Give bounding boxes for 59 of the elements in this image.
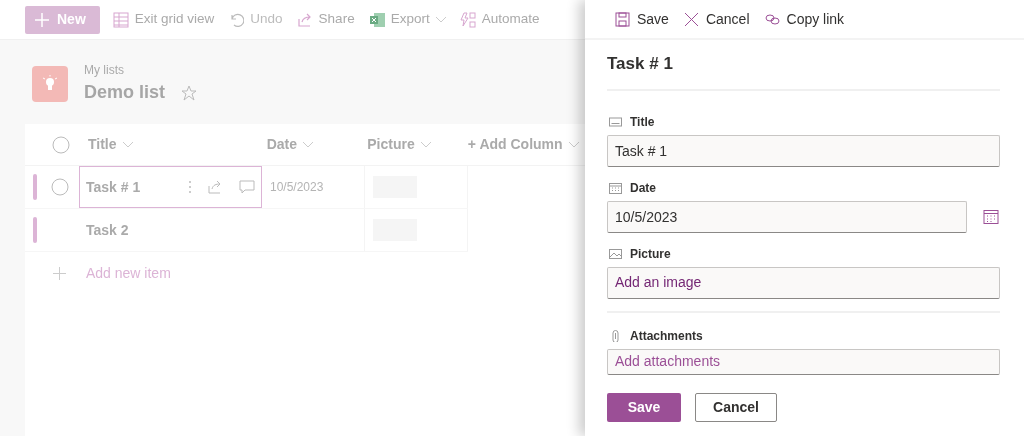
- add-attachments-field[interactable]: Add attachments: [607, 348, 1000, 375]
- cell-text: 10/5/2023: [270, 179, 324, 196]
- save-icon: [615, 11, 630, 27]
- link-button[interactable]: Copy link: [764, 8, 852, 30]
- chevron-down-icon: [420, 141, 431, 148]
- column-header[interactable]: Title: [88, 134, 267, 155]
- paperclip-icon: [609, 329, 622, 342]
- close-icon: [683, 11, 699, 27]
- title-field[interactable]: Task # 1: [607, 134, 1000, 167]
- field-label: Title: [630, 113, 655, 131]
- text-field-icon: [609, 115, 622, 128]
- cancel-button[interactable]: Cancel: [683, 8, 757, 30]
- chevron-down-icon: [568, 141, 579, 148]
- share-icon: [296, 11, 313, 28]
- list-title: Demo list: [84, 81, 166, 104]
- plus-icon: [53, 267, 66, 280]
- save-button[interactable]: Save: [607, 392, 681, 422]
- comment-icon: [239, 180, 255, 194]
- row-accent-bar: [33, 217, 37, 243]
- save-button[interactable]: Save: [615, 8, 676, 30]
- panel-title: Task # 1: [607, 40, 1000, 91]
- row-accent-bar: [33, 174, 37, 200]
- chevron-down-icon: [435, 16, 446, 23]
- select-all-circle-icon: [52, 135, 70, 154]
- calendar-icon: [609, 181, 622, 194]
- share-icon: [208, 180, 223, 194]
- flow-icon: [459, 11, 476, 28]
- export-button[interactable]: Export: [361, 0, 453, 39]
- field-label: Date: [630, 179, 656, 197]
- title-cell[interactable]: Task # 1: [79, 166, 262, 208]
- chevron-down-icon: [122, 141, 133, 148]
- chevron-down-icon: [303, 141, 314, 148]
- date-field[interactable]: 10/5/2023: [607, 200, 967, 233]
- image-icon: [609, 247, 622, 260]
- title-cell[interactable]: Task 2: [79, 209, 262, 251]
- more-icon: [188, 180, 192, 194]
- add-new-item-link[interactable]: Add new item: [86, 263, 171, 284]
- new-button[interactable]: New: [25, 5, 100, 34]
- link-icon: [764, 11, 780, 27]
- automate-button[interactable]: Automate: [452, 0, 547, 39]
- field-label: Attachments: [630, 327, 703, 345]
- grid-button[interactable]: Exit grid view: [105, 0, 222, 39]
- calendar-icon: [983, 208, 999, 225]
- star-icon[interactable]: [181, 84, 198, 101]
- column-header[interactable]: Date: [266, 134, 368, 155]
- cancel-button[interactable]: Cancel: [695, 392, 777, 422]
- undo-icon: [228, 11, 245, 28]
- field-label: Picture: [630, 245, 671, 263]
- breadcrumb-link[interactable]: My lists: [84, 61, 198, 79]
- column-header[interactable]: + Add Column: [467, 134, 585, 155]
- cell-text: Task 2: [86, 220, 129, 240]
- share-button[interactable]: Share: [289, 0, 362, 39]
- lightbulb-icon: [42, 74, 58, 93]
- cell-text: Task # 1: [86, 177, 141, 197]
- plus-icon: [35, 12, 49, 27]
- spreadsheet-icon: [368, 11, 385, 28]
- add-image-field[interactable]: Add an image: [607, 266, 1000, 299]
- grid-icon: [112, 11, 129, 28]
- column-header[interactable]: Picture: [367, 134, 468, 155]
